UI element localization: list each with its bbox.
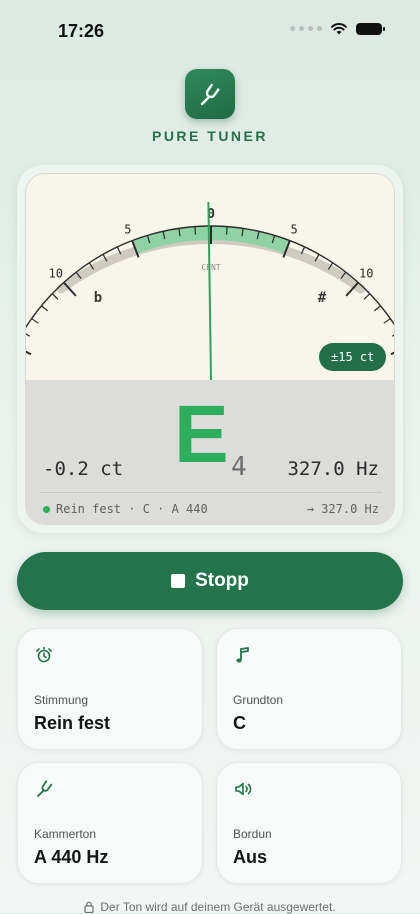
status-bar: 17:26: [0, 0, 420, 60]
scale-label: 10: [359, 267, 373, 281]
card-label: Bordun: [233, 827, 272, 841]
status-icons: [290, 22, 385, 35]
scale-label: 10: [49, 267, 63, 281]
flat-symbol: b: [94, 290, 102, 306]
tuning-fork-icon: [37, 780, 53, 797]
privacy-note-text: Der Ton wird auf deinem Gerät ausgewerte…: [100, 900, 336, 914]
major-tick: [26, 350, 32, 356]
tuning-status: Rein fest · C · A 440: [43, 502, 208, 516]
scale-label: 5: [291, 222, 298, 236]
range-badge[interactable]: ±15 ct: [319, 343, 387, 371]
minor-tick: [225, 226, 228, 235]
tuning-fork-icon: [200, 83, 220, 106]
stop-button-label: Stopp: [195, 570, 249, 591]
sharp-symbol: #: [318, 290, 327, 306]
stop-button[interactable]: Stopp: [17, 552, 403, 610]
status-text: Rein fest · C · A 440: [56, 502, 208, 516]
reading-panel: -0.2 ct E 4 327.0 Hz Rein fest · C · A 4…: [26, 380, 394, 524]
minor-tick: [41, 305, 49, 312]
privacy-note: Der Ton wird auf deinem Gerät ausgewerte…: [0, 900, 420, 914]
speaker-icon: [235, 782, 252, 796]
cent-meter: 15105051015 CENT b # ±15 ct: [26, 174, 394, 381]
cellular-signal-icon: [290, 26, 322, 31]
wifi-icon: [331, 23, 347, 35]
note-name: E: [174, 389, 229, 480]
divider: [40, 492, 382, 493]
card-value: Aus: [233, 847, 268, 867]
stop-icon: [171, 574, 186, 588]
lock-icon: [84, 901, 94, 913]
minor-tick: [392, 334, 394, 337]
cent-deviation: -0.2 ct: [43, 458, 124, 480]
card-label: Grundton: [233, 693, 284, 707]
status-time: 17:26: [58, 21, 105, 41]
app-logo: [185, 69, 235, 119]
card-label: Stimmung: [34, 693, 89, 707]
card-grundton[interactable]: Grundton C: [216, 628, 402, 750]
minor-tick: [363, 293, 371, 300]
minor-tick: [194, 226, 197, 235]
note-octave: 4: [231, 452, 247, 482]
tuner-panel: 15105051015 CENT b # ±15 ct -0.2 ct E 4 …: [17, 165, 403, 533]
minor-tick: [51, 293, 59, 300]
minor-tick: [373, 305, 381, 312]
minor-tick: [31, 318, 39, 324]
minor-tick: [26, 333, 30, 337]
card-value: Rein fest: [34, 713, 111, 733]
frequency-readout: 327.0 Hz: [287, 458, 379, 480]
tuner-display: 15105051015 CENT b # ±15 ct -0.2 ct E 4 …: [25, 173, 395, 525]
scale-label: 5: [124, 222, 131, 236]
card-bordun[interactable]: Bordun Aus: [216, 762, 402, 884]
card-label: Kammerton: [34, 827, 97, 841]
minor-tick: [383, 318, 391, 324]
status-dot: [43, 505, 50, 513]
card-value: A 440 Hz: [34, 847, 109, 867]
card-value: C: [233, 713, 246, 733]
card-stimmung[interactable]: Stimmung Rein fest: [17, 628, 203, 750]
target-frequency: → 327.0 Hz: [306, 502, 379, 516]
app-title: PURE TUNER: [151, 128, 268, 144]
battery-icon: [356, 22, 385, 35]
tuning-mode-icon: [36, 646, 52, 663]
major-tick: [390, 351, 394, 356]
music-note-icon: [236, 647, 249, 663]
card-kammerton[interactable]: Kammerton A 440 Hz: [17, 762, 203, 884]
cent-label: CENT: [201, 263, 220, 272]
